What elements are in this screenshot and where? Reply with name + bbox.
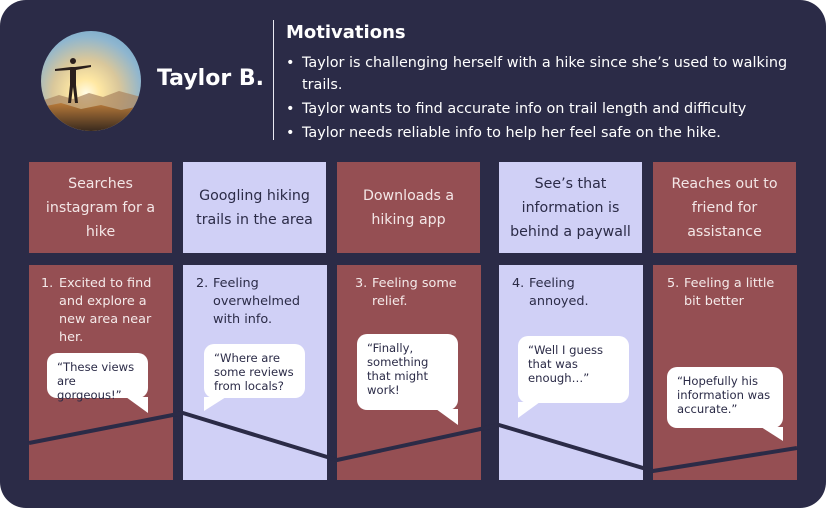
quote-bubble-1: “These views are gorgeous!” xyxy=(47,353,148,402)
quote-bubble-5: “Hopefully his information was accurate.… xyxy=(667,367,783,428)
bubble-tail xyxy=(518,402,540,418)
journey-line xyxy=(28,411,798,473)
journey-map: Taylor B. Motivations • Taylor is challen… xyxy=(0,0,826,508)
bubble-tail xyxy=(436,409,458,425)
quote-bubble-3: “Finally, something that might work! xyxy=(357,334,458,410)
bubble-tail xyxy=(126,397,148,413)
quote-bubble-4: “Well I guess that was enough…” xyxy=(518,336,629,403)
quote-bubble-2: “Where are some reviews from locals? xyxy=(204,344,305,398)
bubble-tail xyxy=(204,397,226,411)
bubble-tail xyxy=(761,427,783,441)
